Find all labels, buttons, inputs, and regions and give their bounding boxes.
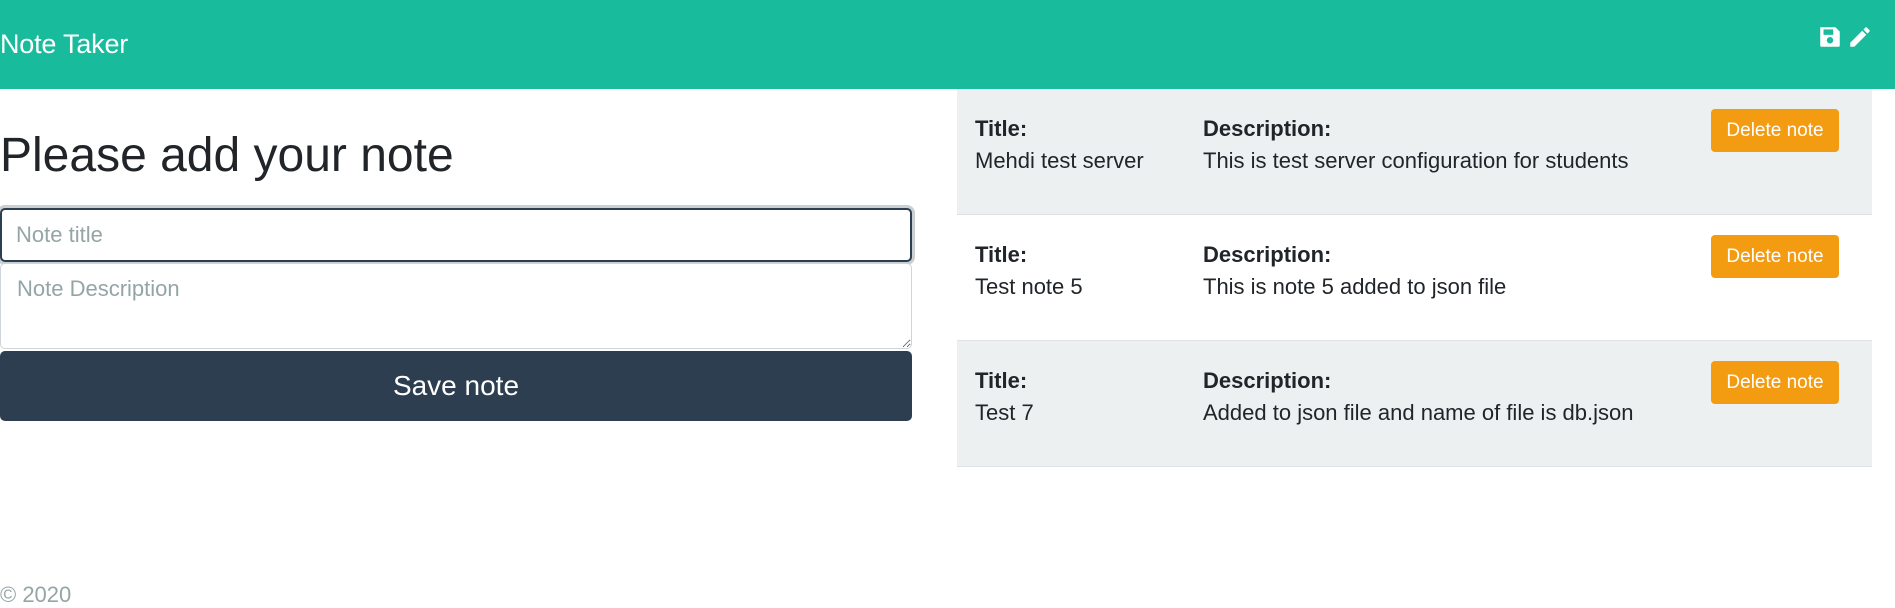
- note-description-column: Description: This is note 5 added to jso…: [1203, 239, 1506, 303]
- note-title-value: Test 7: [975, 400, 1034, 425]
- note-title-label: Title:: [975, 242, 1028, 267]
- delete-note-button[interactable]: Delete note: [1711, 361, 1839, 404]
- pencil-icon[interactable]: [1847, 24, 1873, 50]
- note-title-label: Title:: [975, 368, 1028, 393]
- save-note-button[interactable]: Save note: [0, 351, 912, 421]
- note-title-value: Mehdi test server: [975, 148, 1144, 173]
- note-title-label: Title:: [975, 116, 1028, 141]
- note-title-column: Title: Test 7: [975, 365, 1034, 429]
- note-description-value: This is test server configuration for st…: [1203, 148, 1629, 173]
- note-description-input[interactable]: [0, 263, 912, 349]
- notes-list: Title: Mehdi test server Description: Th…: [957, 89, 1872, 467]
- note-description-label: Description:: [1203, 368, 1332, 393]
- navbar: Note Taker: [0, 0, 1895, 89]
- note-description-value: This is note 5 added to json file: [1203, 274, 1507, 299]
- note-item: Title: Test 7 Description: Added to json…: [957, 341, 1872, 467]
- note-description-label: Description:: [1203, 116, 1332, 141]
- note-description-column: Description: Added to json file and name…: [1203, 365, 1634, 429]
- footer-copyright: © 2020: [0, 582, 72, 607]
- note-title-input[interactable]: [0, 208, 912, 262]
- brand-title[interactable]: Note Taker: [0, 29, 128, 60]
- delete-note-button[interactable]: Delete note: [1711, 109, 1839, 152]
- note-description-value: Added to json file and name of file is d…: [1203, 400, 1634, 425]
- note-title-value: Test note 5: [975, 274, 1083, 299]
- save-icon[interactable]: [1817, 24, 1843, 50]
- note-item: Title: Mehdi test server Description: Th…: [957, 89, 1872, 215]
- note-item: Title: Test note 5 Description: This is …: [957, 215, 1872, 341]
- note-description-column: Description: This is test server configu…: [1203, 113, 1629, 177]
- note-title-column: Title: Mehdi test server: [975, 113, 1144, 177]
- form-heading: Please add your note: [0, 129, 454, 182]
- delete-note-button[interactable]: Delete note: [1711, 235, 1839, 278]
- note-title-column: Title: Test note 5: [975, 239, 1083, 303]
- nav-icons: [1817, 24, 1873, 50]
- note-description-label: Description:: [1203, 242, 1332, 267]
